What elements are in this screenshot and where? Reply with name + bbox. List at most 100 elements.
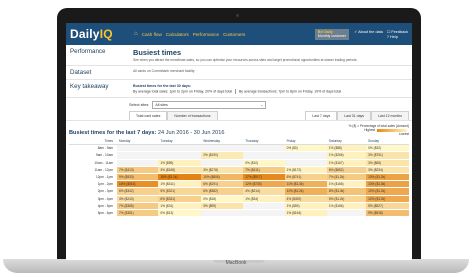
heatmap-cell: 0% ($32) [366, 144, 409, 153]
screen: DailyIQ ⌂ Cash flow Calculators Performa… [66, 23, 412, 260]
table-row: 8am - 9am 0% ($0) 1% ($88) 0% ($32) [69, 144, 409, 153]
column-header: Times [69, 137, 117, 146]
heatmap-cell: 3% ($278) [201, 166, 244, 174]
heatmap-cell: 1% ($166) [326, 180, 367, 189]
heatmap-cell [284, 159, 327, 167]
time-slot-label: 2pm - 3pm [69, 187, 117, 196]
nav-performance[interactable]: Performance [193, 32, 219, 37]
table-row: 3pm - 4pm 4% ($243) 6% ($331) 0% ($18) 1% ($… [69, 195, 409, 203]
sites-select[interactable]: All sites ⌄ [152, 101, 267, 110]
heatmap-cell [117, 144, 159, 153]
tab-total-card-sales[interactable]: Total card sales [129, 111, 168, 121]
heatmap-cell: 2% ($190) [201, 151, 244, 160]
heatmap-cell: 5% ($1.2k) [326, 195, 367, 203]
heatmap-cell: 1% ($411) [158, 180, 202, 189]
heatmap-cell: 1% ($88) [326, 144, 367, 153]
heatmap-cell: 3% ($234) [366, 166, 409, 174]
column-header: Friday [284, 137, 327, 146]
heatmap-cell [243, 209, 285, 218]
tabs-row: Total card sales Number of transactions … [66, 109, 412, 121]
heatmap-cell: 6% ($331) [158, 195, 202, 203]
time-slot-label: 3pm - 4pm [69, 195, 117, 203]
busiest-times-header: Busiest times for the last 7 days: 24 Ju… [66, 120, 412, 137]
help-link[interactable]: ? Help [387, 35, 408, 39]
user-menu[interactable]: Bel Daily Monthly customer [314, 28, 350, 40]
tab-last-31-days[interactable]: Last 31 days [337, 111, 372, 121]
heatmap-cell: 12% ($1.2k) [366, 187, 409, 196]
heatmap-cell: 3% ($65) [366, 159, 409, 167]
heatmap-cell [201, 159, 244, 167]
heatmap-cell: 1% ($172) [284, 166, 327, 174]
heatmap-cell: 11% ($1.3k) [284, 180, 327, 189]
home-icon[interactable]: ⌂ [134, 31, 138, 37]
heatmap-cell: 10% ($806) [201, 173, 244, 182]
heatmap-cell: 1% ($59) [284, 202, 327, 210]
heatmap-cell: 9% ($533) [117, 173, 159, 182]
time-slot-label: 11am - 12pm [69, 166, 117, 174]
heatmap-cell: 4% ($243) [117, 195, 159, 203]
header-tools: ✓ About the data ☐ Feedback ? Help [354, 29, 408, 39]
heatmap-cell: 9% ($918) [366, 209, 409, 218]
heatmap-cell: 12% ($1.2k) [366, 195, 409, 203]
table-row: 5pm - 6pm 7% ($381) 0% ($13) 1% ($164) 9% ($… [69, 209, 409, 218]
heatmap-cell: 5% ($527) [366, 202, 409, 210]
camera-icon [236, 14, 239, 17]
laptop-scene: MacBook DailyIQ ⌂ Cash flow Calculators … [0, 0, 472, 277]
heatmap-cell [201, 144, 244, 153]
nav-calculators[interactable]: Calculators [166, 32, 189, 37]
heatmap-cell [243, 144, 285, 153]
heatmap-cell: 3% ($168) [158, 166, 202, 174]
laptop-base: MacBook [3, 259, 469, 273]
heatmap-cell: 3% ($751) [366, 151, 409, 160]
table-row: 9am - 10am 2% ($190) 1% ($266) 3% ($751) [69, 151, 409, 160]
heatmap-cell: 1% ($164) [284, 209, 327, 218]
main-nav: ⌂ Cash flow Calculators Performance Cust… [134, 31, 315, 37]
page-header-row: Performance Busiest times See when you a… [66, 45, 412, 67]
nav-cash-flow[interactable]: Cash flow [142, 32, 162, 37]
heatmap-cell: 5% ($321) [158, 187, 202, 196]
heatmap-cell: 1% ($266) [326, 151, 367, 160]
heatmap-cell: 1% ($34) [243, 195, 285, 203]
table-row: 10am - 11am 1% ($89) 0% ($10) 1% ($167) 3% (… [69, 159, 409, 167]
site-filter-row: Select sites All sites ⌄ [66, 98, 412, 110]
tab-last-7-days[interactable]: Last 7 days [305, 111, 338, 121]
takeaway-sales: By average total sales: 1pm to 2pm on Fr… [133, 89, 232, 94]
heatmap-cell: 1% ($167) [326, 159, 367, 167]
heatmap-cell: 16% ($916) [117, 180, 159, 189]
busiest-times-title: Busiest times for the last 7 days: 24 Ju… [69, 130, 225, 137]
page-title: Busiest times [133, 48, 182, 57]
heatmap-cell: 6% ($652) [326, 166, 367, 174]
nav-customers[interactable]: Customers [223, 32, 245, 37]
heatmap-cell: 7% ($365) [117, 202, 159, 210]
heatmap-cell [243, 202, 285, 210]
top-navigation-bar: DailyIQ ⌂ Cash flow Calculators Performa… [66, 23, 412, 45]
tab-number-of-transactions[interactable]: Number of transactions [167, 111, 218, 121]
app-logo[interactable]: DailyIQ [70, 27, 134, 41]
heatmap-cell: 6% ($342) [117, 187, 159, 196]
table-row: 2pm - 3pm 6% ($342) 5% ($321) 6% ($382) 4% (… [69, 187, 409, 196]
heatmap-cell: 0% ($0) [284, 144, 327, 153]
time-slot-label: 1pm - 2pm [69, 180, 117, 189]
time-slot-label: 12pm - 1pm [69, 173, 117, 182]
feedback-link[interactable]: ☐ Feedback [387, 29, 408, 34]
heatmap-cell: 1% ($89) [158, 159, 202, 167]
sites-label: Select sites [129, 103, 149, 108]
column-header: Sunday [366, 137, 409, 146]
heatmap-cell [201, 209, 244, 218]
heatmap-cell: 13% ($1.2k) [366, 173, 409, 182]
tab-last-12-months[interactable]: Last 12 months [371, 111, 409, 121]
heatmap-cell: 6% ($191) [201, 180, 244, 189]
heatmap-cell: 0% ($10) [243, 159, 285, 167]
heatmap-cell: 3% ($99) [201, 202, 244, 210]
about-data-link[interactable]: ✓ About the data [354, 29, 383, 39]
section-label: Performance [70, 48, 106, 55]
heatmap-cell: 7% ($1.2k) [326, 173, 367, 182]
heatmap-cell: 7% ($381) [117, 209, 159, 218]
dataset-value: All cards on Commbank merchant facility [133, 69, 195, 74]
page-description: See when you attract the most/least sale… [133, 58, 358, 62]
dataset-label: Dataset [70, 69, 92, 77]
takeaway-label: Key takeaway [70, 83, 109, 91]
key-takeaway-row: Key takeaway Busiest times for the last … [66, 80, 412, 99]
heatmap-cell: 6% ($741) [284, 173, 327, 182]
heatmap-cell [158, 144, 202, 153]
